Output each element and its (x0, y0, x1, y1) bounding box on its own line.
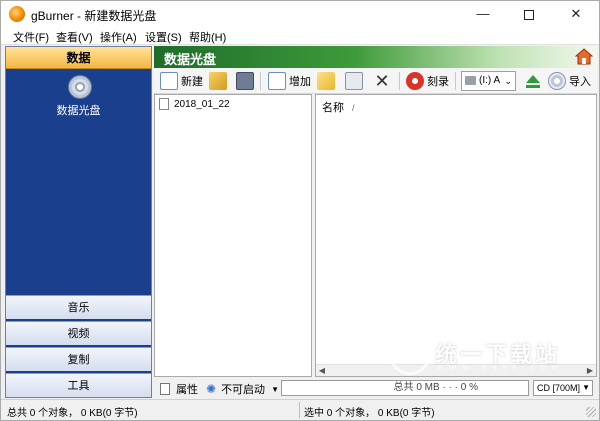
import-button[interactable]: 导入 (548, 71, 591, 91)
category-copy-tab[interactable]: 复制 (6, 347, 151, 371)
gear-icon: ✺ (206, 382, 217, 396)
folder-tree[interactable]: 2018_01_22 (154, 94, 312, 377)
new-document-icon (160, 72, 178, 90)
delete-x-icon: ✕ (374, 71, 390, 91)
capacity-text: 总共 0 MB · · · 0 % (393, 382, 478, 393)
new-folder-button[interactable] (317, 71, 335, 91)
toolbar-separator (260, 72, 261, 90)
chevron-down-icon: ⌄ (504, 76, 512, 86)
add-label: 增加 (289, 76, 311, 88)
open-folder-icon (209, 72, 227, 90)
menu-action[interactable]: 操作(A) (100, 29, 137, 45)
close-button[interactable]: ✕ (553, 1, 599, 27)
properties-label: 属性 (176, 384, 198, 396)
category-tools-tab[interactable]: 工具 (6, 373, 151, 397)
data-disc-label[interactable]: 数据光盘 (6, 102, 151, 118)
properties-tool-button[interactable] (345, 71, 363, 91)
category-music-tab[interactable]: 音乐 (6, 295, 151, 319)
menu-help[interactable]: 帮助(H) (189, 29, 226, 45)
title-bar: gBurner - 新建数据光盘 — ✕ (1, 1, 599, 27)
sort-indicator: / (352, 103, 355, 113)
burn-label: 刻录 (427, 76, 449, 88)
properties-icon (160, 383, 170, 395)
drive-value: (I:) A (479, 75, 501, 86)
category-video-tab[interactable]: 视频 (6, 321, 151, 345)
app-window: gBurner - 新建数据光盘 — ✕ 文件(F) 查看(V) 操作(A) 设… (0, 0, 600, 421)
category-data-tab[interactable]: 数据 (6, 47, 151, 69)
maximize-icon (524, 9, 534, 20)
column-header-name[interactable]: 名称 / (322, 99, 355, 115)
delete-button[interactable]: ✕ (373, 71, 391, 91)
menu-view[interactable]: 查看(V) (56, 29, 93, 45)
dropdown-arrow-icon: ▼ (582, 383, 590, 392)
dropdown-arrow-icon: ▼ (271, 384, 279, 394)
status-selected: 选中 0 个对象， 0 KB(0 字节) (304, 408, 435, 419)
properties-button[interactable]: 属性 (160, 381, 198, 397)
new-button[interactable]: 新建 (160, 71, 203, 91)
resize-grip[interactable] (586, 407, 596, 417)
boot-option-button[interactable]: ✺ 不可启动 ▼ (206, 381, 279, 397)
watermark-logo-icon (389, 333, 431, 375)
gburner-app-icon (9, 6, 25, 22)
boot-label: 不可启动 (221, 384, 266, 396)
media-size-value: CD [700M] (537, 383, 581, 393)
menu-settings[interactable]: 设置(S) (145, 29, 182, 45)
maximize-button[interactable] (506, 1, 552, 27)
data-disc-icon[interactable] (68, 75, 92, 99)
site-watermark: 统一下载站 W W W . 3 9 9 3 . C O M (389, 331, 589, 381)
window-title: gBurner - 新建数据光盘 (31, 9, 157, 23)
tree-item[interactable]: 2018_01_22 (159, 98, 230, 110)
capacity-meter: 总共 0 MB · · · 0 % (281, 380, 529, 396)
document-properties-icon (345, 72, 363, 90)
add-button[interactable]: 增加 (268, 71, 311, 91)
new-label: 新建 (181, 76, 203, 88)
toolbar-separator (455, 72, 456, 90)
status-bar: 总共 0 个对象， 0 KB(0 字节) 选中 0 个对象， 0 KB(0 字节… (1, 399, 599, 420)
left-category-panel: 数据 数据光盘 音乐 视频 复制 工具 (5, 46, 152, 398)
burn-button[interactable]: 刻录 (406, 71, 449, 91)
import-label: 导入 (569, 76, 591, 88)
new-folder-icon (317, 72, 335, 90)
burn-disc-icon (406, 72, 424, 90)
toolbar-separator (399, 72, 400, 90)
save-button[interactable] (236, 71, 254, 91)
column-name-label: 名称 (322, 102, 344, 114)
status-divider (299, 402, 300, 418)
home-icon[interactable] (575, 48, 593, 65)
import-disc-icon (548, 72, 566, 90)
menu-bar: 文件(F) 查看(V) 操作(A) 设置(S) 帮助(H) (1, 27, 599, 45)
drive-select[interactable]: (I:) A ⌄ (461, 71, 516, 91)
eject-icon (526, 75, 540, 88)
media-size-select[interactable]: CD [700M] ▼ (533, 380, 593, 396)
open-button[interactable] (209, 71, 227, 91)
content-title: 数据光盘 (164, 52, 217, 67)
tree-item-label: 2018_01_22 (174, 98, 230, 110)
status-total: 总共 0 个对象， 0 KB(0 字节) (7, 408, 138, 419)
watermark-subtext: W W W . 3 9 9 3 . C O M (437, 365, 561, 372)
eject-button[interactable] (524, 71, 542, 91)
add-file-icon (268, 72, 286, 90)
content-header: 数据光盘 (154, 46, 597, 68)
disc-root-icon (159, 98, 169, 110)
save-icon (236, 72, 254, 90)
minimize-button[interactable]: — (460, 1, 506, 27)
scroll-left-icon[interactable]: ◀ (316, 365, 328, 376)
menu-file[interactable]: 文件(F) (13, 29, 49, 45)
toolbar: 新建 增加 ✕ 刻录 (I:) A ⌄ 导入 (154, 68, 597, 94)
drive-icon (465, 76, 476, 85)
